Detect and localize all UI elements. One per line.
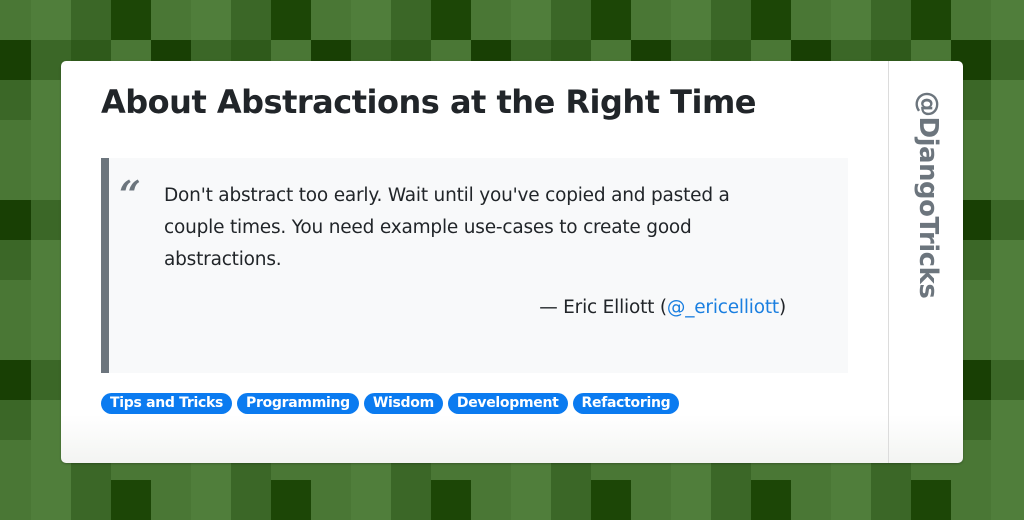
background-pixel — [751, 0, 791, 40]
background-pixel — [591, 480, 631, 520]
background-pixel — [231, 0, 271, 40]
background-pixel — [351, 0, 391, 40]
tag-development[interactable]: Development — [447, 393, 568, 414]
background-pixel — [991, 240, 1024, 280]
author-handle-link[interactable]: @_ericelliott — [667, 297, 779, 318]
background-pixel — [471, 0, 511, 40]
background-pixel — [951, 480, 991, 520]
background-pixel — [0, 440, 31, 480]
quote-text: Don't abstract too early. Wait until you… — [164, 185, 730, 270]
background-pixel — [191, 480, 231, 520]
background-pixel — [751, 480, 791, 520]
background-pixel — [311, 480, 351, 520]
background-pixel — [991, 200, 1024, 240]
background-pixel — [0, 240, 31, 280]
background-pixel — [791, 480, 831, 520]
background-pixel — [871, 0, 911, 40]
background-pixel — [111, 0, 151, 40]
background-pixel — [991, 80, 1024, 120]
tag-programming[interactable]: Programming — [237, 393, 359, 414]
background-pixel — [151, 480, 191, 520]
background-pixel — [671, 0, 711, 40]
background-pixel — [31, 0, 71, 40]
background-pixel — [831, 480, 871, 520]
background-pixel — [0, 80, 31, 120]
background-pixel — [431, 0, 471, 40]
background-pixel — [111, 480, 151, 520]
background-pixel — [151, 0, 191, 40]
tag-tips-and-tricks[interactable]: Tips and Tricks — [101, 393, 233, 414]
background-pixel — [831, 0, 871, 40]
background-pixel — [0, 480, 31, 520]
background-pixel — [591, 0, 631, 40]
vertical-divider — [888, 61, 889, 463]
background-pixel — [671, 480, 711, 520]
background-pixel — [951, 0, 991, 40]
background-pixel — [551, 480, 591, 520]
background-pixel — [271, 480, 311, 520]
tag-list: Tips and Tricks Programming Wisdom Devel… — [101, 393, 680, 414]
tag-wisdom[interactable]: Wisdom — [363, 393, 443, 414]
quote-card: About Abstractions at the Right Time “ D… — [61, 61, 963, 463]
background-pixel — [991, 160, 1024, 200]
background-pixel — [391, 0, 431, 40]
background-pixel — [391, 480, 431, 520]
background-pixel — [991, 40, 1024, 80]
background-pixel — [991, 320, 1024, 360]
background-pixel — [991, 440, 1024, 480]
side-handle-label: @DjangoTricks — [913, 91, 943, 299]
background-pixel — [71, 0, 111, 40]
background-pixel — [991, 480, 1024, 520]
background-pixel — [991, 120, 1024, 160]
background-pixel — [551, 0, 591, 40]
background-pixel — [791, 0, 831, 40]
background-pixel — [311, 0, 351, 40]
background-pixel — [631, 480, 671, 520]
background-pixel — [0, 40, 31, 80]
background-pixel — [991, 360, 1024, 400]
background-pixel — [0, 120, 31, 160]
background-pixel — [191, 0, 231, 40]
background-pixel — [271, 0, 311, 40]
background-pixel — [351, 480, 391, 520]
quote-mark-icon: “ — [119, 172, 141, 217]
background-pixel — [471, 480, 511, 520]
background-pixel — [71, 480, 111, 520]
background-pixel — [991, 280, 1024, 320]
attribution-prefix: — Eric Elliott ( — [539, 297, 667, 318]
blockquote: “ Don't abstract too early. Wait until y… — [101, 158, 848, 373]
background-pixel — [911, 480, 951, 520]
background-pixel — [231, 480, 271, 520]
background-pixel — [511, 480, 551, 520]
background-pixel — [0, 320, 31, 360]
background-pixel — [31, 480, 71, 520]
background-pixel — [911, 0, 951, 40]
background-pixel — [711, 480, 751, 520]
background-pixel — [0, 400, 31, 440]
background-pixel — [0, 0, 31, 40]
background-pixel — [0, 360, 31, 400]
background-pixel — [631, 0, 671, 40]
background-pixel — [511, 0, 551, 40]
card-title: About Abstractions at the Right Time — [101, 83, 756, 121]
tag-refactoring[interactable]: Refactoring — [572, 393, 680, 414]
quote-attribution: — Eric Elliott (@_ericelliott) — [539, 297, 786, 318]
background-pixel — [871, 480, 911, 520]
background-pixel — [991, 0, 1024, 40]
background-pixel — [431, 480, 471, 520]
attribution-suffix: ) — [778, 297, 786, 318]
background-pixel — [0, 280, 31, 320]
background-pixel — [711, 0, 751, 40]
background-pixel — [991, 400, 1024, 440]
background-pixel — [0, 160, 31, 200]
background-pixel — [0, 200, 31, 240]
